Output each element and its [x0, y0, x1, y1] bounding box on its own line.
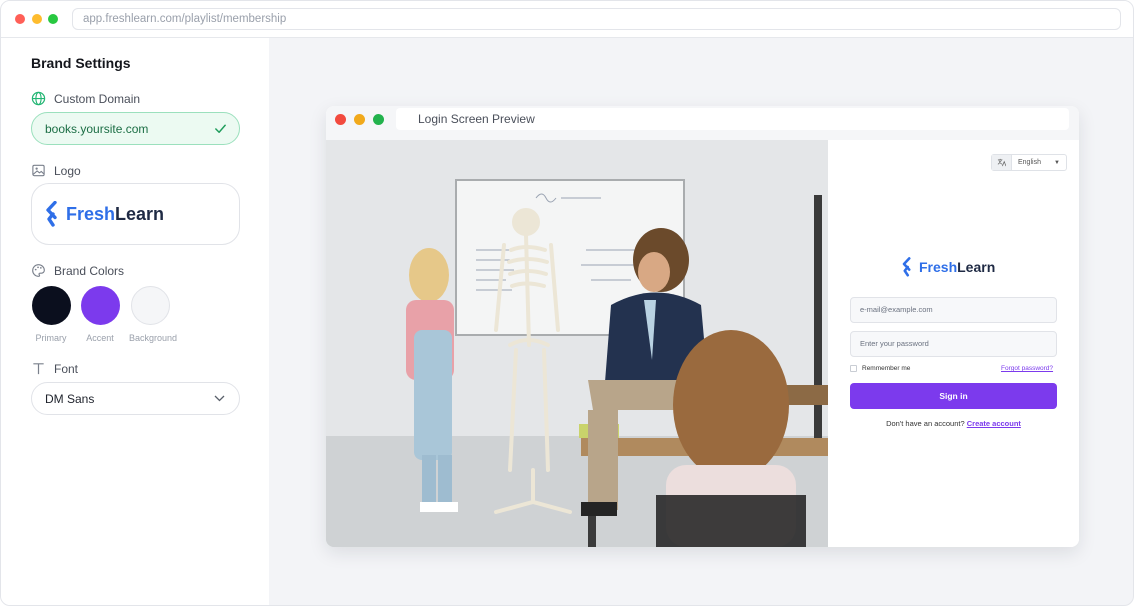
font-select[interactable]: DM Sans: [31, 382, 240, 415]
classroom-illustration: [326, 140, 828, 547]
checkbox-box[interactable]: [850, 365, 857, 372]
preview-title: Login Screen Preview: [396, 108, 1069, 130]
checkmark-icon: [215, 124, 226, 133]
globe-icon: [31, 91, 46, 106]
font-label: Font: [54, 361, 79, 376]
logo-section-label: Logo: [31, 163, 81, 178]
signup-prompt: Don't have an account? Create account: [828, 419, 1079, 428]
remember-me-checkbox[interactable]: Remmember me: [850, 365, 910, 372]
password-input[interactable]: Enter your password: [850, 331, 1057, 357]
login-form-panel: English ▼ FreshLearn e-mail@example.com …: [828, 140, 1079, 547]
email-input[interactable]: e-mail@example.com: [850, 297, 1057, 323]
language-selector[interactable]: English ▼: [991, 154, 1067, 171]
type-icon: [33, 363, 44, 375]
login-freshlearn-logo: FreshLearn: [901, 257, 995, 277]
maximize-window-icon[interactable]: [48, 14, 58, 24]
logo-label: Logo: [54, 163, 81, 178]
brand-colors-section-label: Brand Colors: [31, 263, 124, 278]
no-account-text: Don't have an account?: [886, 419, 965, 428]
browser-window: app.freshlearn.com/playlist/membership B…: [0, 0, 1134, 606]
translate-icon: [992, 155, 1012, 170]
brand-colors-label: Brand Colors: [54, 263, 125, 278]
login-logo-mark-icon: [902, 257, 911, 277]
preview-titlebar: Login Screen Preview: [326, 106, 1079, 140]
logo-upload-box[interactable]: FreshLearn: [31, 183, 240, 245]
freshlearn-logo-mark-icon: [46, 201, 57, 227]
browser-titlebar: app.freshlearn.com/playlist/membership: [1, 1, 1133, 38]
caret-down-icon: ▼: [1054, 159, 1060, 166]
font-section-label: Font: [31, 361, 78, 376]
custom-domain-section-label: Custom Domain: [31, 91, 140, 106]
preview-close-icon: [335, 114, 346, 125]
minimize-window-icon[interactable]: [32, 14, 42, 24]
login-logo-text-learn: Learn: [957, 259, 996, 275]
background-color-swatch[interactable]: [131, 286, 170, 325]
login-logo-text-fresh: Fresh: [919, 259, 958, 275]
palette-icon: [32, 264, 45, 277]
preview-minimize-icon: [354, 114, 365, 125]
custom-domain-label: Custom Domain: [54, 91, 141, 106]
preview-maximize-icon: [373, 114, 384, 125]
create-account-link[interactable]: Create account: [967, 419, 1021, 428]
accent-color-swatch[interactable]: [81, 286, 120, 325]
accent-color-label: Accent: [86, 333, 114, 343]
forgot-password-link[interactable]: Forgot password?: [1001, 365, 1053, 372]
chevron-down-icon: [214, 395, 225, 402]
sidebar-title: Brand Settings: [31, 55, 131, 71]
close-window-icon[interactable]: [15, 14, 25, 24]
remember-me-label: Remmember me: [862, 365, 911, 372]
custom-domain-input[interactable]: books.yoursite.com: [31, 112, 240, 145]
sign-in-button[interactable]: Sign in: [850, 383, 1057, 409]
freshlearn-logo: FreshLearn: [44, 201, 164, 227]
custom-domain-value: books.yoursite.com: [45, 121, 149, 136]
font-select-value: DM Sans: [45, 391, 95, 406]
language-value: English: [1018, 159, 1041, 166]
background-color-label: Background: [128, 333, 178, 343]
logo-text-learn: Learn: [115, 203, 165, 224]
image-icon: [32, 164, 45, 177]
address-bar[interactable]: app.freshlearn.com/playlist/membership: [72, 8, 1121, 30]
logo-text-fresh: Fresh: [66, 203, 116, 224]
login-screen-preview: Login Screen Preview English ▼ FreshLear…: [326, 106, 1079, 547]
brand-settings-sidebar: Brand Settings Custom Domain books.yours…: [1, 38, 269, 605]
primary-color-swatch[interactable]: [32, 286, 71, 325]
classroom-photo: [326, 140, 828, 547]
